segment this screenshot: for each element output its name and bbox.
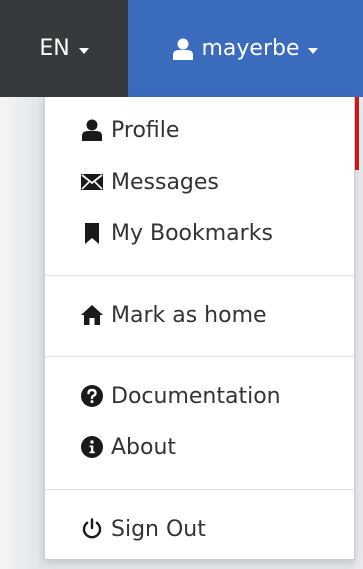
user-dropdown-menu: Profile Messages My Bookmarks Mark as ho… <box>44 97 355 560</box>
language-label: EN <box>39 36 70 61</box>
menu-item-label: Messages <box>111 169 219 195</box>
menu-item-about[interactable]: About <box>45 425 354 469</box>
menu-divider <box>45 489 354 490</box>
menu-item-label: About <box>111 434 177 460</box>
top-navbar: EN mayerbe <box>0 0 363 97</box>
caret-down-icon <box>78 47 89 54</box>
user-dropdown-toggle[interactable]: mayerbe <box>128 0 363 97</box>
menu-item-sign-out[interactable]: Sign Out <box>45 507 354 551</box>
user-icon <box>173 38 194 60</box>
power-icon <box>80 517 104 541</box>
menu-item-label: Documentation <box>111 383 281 409</box>
menu-item-profile[interactable]: Profile <box>45 108 354 152</box>
user-icon <box>80 118 104 142</box>
menu-divider <box>45 275 354 276</box>
menu-item-label: Profile <box>111 117 180 143</box>
info-circle-icon <box>80 435 104 459</box>
menu-item-label: Sign Out <box>111 516 206 542</box>
menu-item-bookmarks[interactable]: My Bookmarks <box>45 211 354 255</box>
menu-item-messages[interactable]: Messages <box>45 160 354 204</box>
envelope-icon <box>80 170 104 194</box>
language-dropdown-toggle[interactable]: EN <box>0 0 128 97</box>
page-background-left <box>0 97 44 569</box>
caret-down-icon <box>307 47 318 54</box>
home-icon <box>80 303 104 327</box>
bookmark-icon <box>80 221 104 245</box>
question-circle-icon <box>80 384 104 408</box>
menu-item-mark-home[interactable]: Mark as home <box>45 293 354 337</box>
page-background-bottom <box>44 560 355 569</box>
menu-divider <box>45 356 354 357</box>
accent-strip <box>355 97 359 170</box>
menu-item-label: Mark as home <box>111 302 267 328</box>
username-label: mayerbe <box>201 36 300 61</box>
menu-item-documentation[interactable]: Documentation <box>45 374 354 418</box>
menu-item-label: My Bookmarks <box>111 220 273 246</box>
